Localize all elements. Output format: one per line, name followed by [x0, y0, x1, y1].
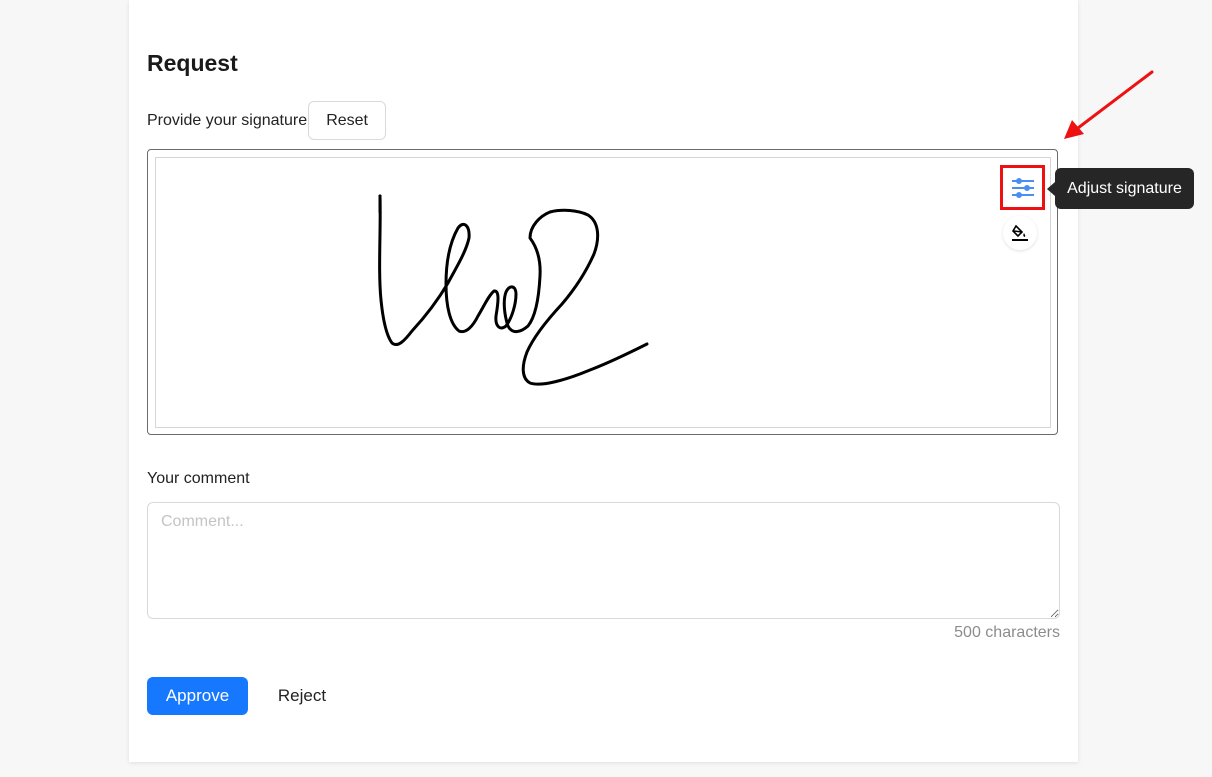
comment-label: Your comment	[147, 470, 250, 487]
adjust-signature-tooltip: Adjust signature	[1055, 168, 1194, 209]
character-count: 500 characters	[954, 624, 1060, 641]
signature-label: Provide your signature	[147, 111, 308, 129]
comment-field[interactable]	[147, 502, 1060, 619]
sliders-icon	[1011, 177, 1034, 198]
tooltip-arrow	[1047, 182, 1055, 196]
signature-canvas[interactable]	[155, 157, 1051, 428]
paint-bucket-icon	[1011, 224, 1028, 241]
reset-button[interactable]: Reset	[308, 101, 387, 140]
fill-color-button[interactable]	[1003, 216, 1037, 250]
approve-button[interactable]: Approve	[147, 677, 248, 715]
adjust-signature-button[interactable]	[1000, 165, 1045, 210]
reject-button[interactable]: Reject	[262, 677, 342, 715]
page-title: Request	[147, 50, 238, 76]
signature-header: Provide your signature Reset	[147, 101, 387, 140]
